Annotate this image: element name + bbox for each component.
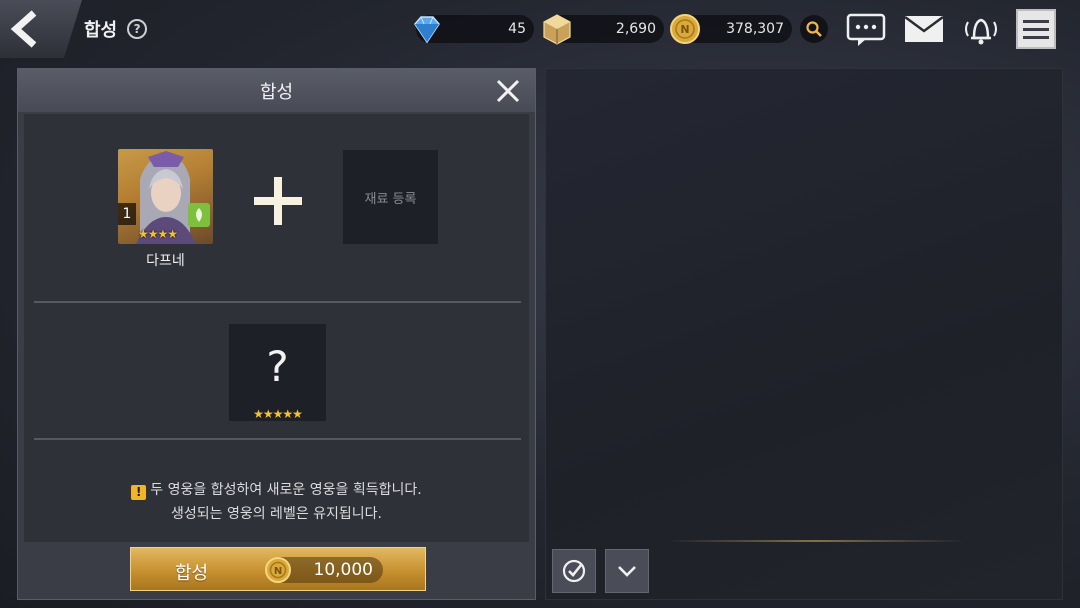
synthesize-label: 합성 — [175, 563, 209, 584]
hero-level: 1 — [118, 203, 136, 225]
sort-dropdown-button[interactable] — [605, 549, 649, 593]
info-text-1: 두 영웅을 합성하여 새로운 영웅을 획득합니다. — [150, 482, 422, 498]
svg-text:N: N — [274, 566, 282, 577]
chevron-down-icon — [618, 566, 636, 577]
notification-bell-icon[interactable] — [960, 12, 1002, 48]
title-area: 합성 ? — [84, 16, 148, 42]
hamburger-icon-line — [1023, 19, 1049, 23]
synthesis-info: ! 두 영웅을 합성하여 새로운 영웅을 획득합니다. 생성되는 영웅의 레벨은 … — [24, 478, 529, 526]
search-icon — [806, 21, 822, 37]
chat-icon[interactable] — [846, 12, 886, 48]
result-unknown: ? — [266, 342, 289, 391]
class-icon — [188, 203, 210, 227]
synthesis-cost: 10,000 — [313, 560, 373, 580]
back-arrow-icon — [10, 10, 37, 48]
decorative-glow — [666, 540, 966, 542]
gold-coin-icon: N — [265, 557, 291, 583]
plus-icon — [254, 177, 302, 225]
top-bar: 합성 ? 45 2,690 N 378,307 — [0, 0, 1080, 60]
check-circle-icon — [562, 559, 586, 583]
info-line-1: ! 두 영웅을 합성하여 새로운 영웅을 획득합니다. — [24, 478, 529, 502]
hero-stars: ★★★★ — [138, 227, 178, 241]
material-count: 2,690 — [615, 21, 656, 37]
back-button[interactable] — [0, 0, 82, 58]
hamburger-icon-line — [1023, 35, 1049, 39]
divider — [34, 301, 521, 303]
diamond-counter[interactable]: 45 — [414, 15, 534, 44]
gold-count: 378,307 — [726, 21, 784, 37]
diamond-count: 45 — [508, 21, 526, 37]
search-button[interactable] — [800, 15, 828, 43]
cost-pill: N 10,000 — [265, 557, 383, 583]
result-slot: ? ★★★★★ — [229, 324, 326, 421]
material-cube-icon — [543, 14, 571, 45]
svg-text:N: N — [680, 23, 689, 36]
mail-icon[interactable] — [904, 15, 944, 43]
result-stars: ★★★★★ — [253, 407, 303, 421]
warning-icon: ! — [131, 485, 147, 500]
page-title: 합성 — [84, 20, 118, 41]
hamburger-icon-line — [1023, 27, 1049, 31]
diamond-icon — [414, 16, 440, 44]
leaf-class-icon — [196, 208, 202, 222]
close-icon[interactable] — [495, 78, 521, 104]
panel-title: 합성 — [259, 81, 294, 103]
help-icon[interactable]: ? — [127, 19, 148, 39]
panel-header: 합성 — [18, 69, 535, 112]
gold-counter[interactable]: N 378,307 — [670, 14, 792, 44]
material-counter[interactable]: 2,690 — [543, 14, 664, 45]
material-register-slot[interactable]: 재료 등록 — [343, 150, 438, 244]
panel-body: 1 ★★★★ 다프네 재료 등록 ? ★★★★★ ! 두 영웅을 합성하여 새로운… — [24, 114, 529, 542]
menu-button[interactable] — [1016, 9, 1056, 49]
divider — [34, 438, 521, 440]
synthesis-panel: 합성 1 ★★★★ 다프네 재료 등록 ? ★★★★★ ! 두 영웅을 합성하여… — [17, 68, 536, 600]
hero-list-panel — [545, 68, 1063, 600]
gold-coin-icon: N — [670, 14, 700, 44]
info-line-2: 생성되는 영웅의 레벨은 유지됩니다. — [171, 506, 382, 522]
select-all-button[interactable] — [552, 549, 596, 593]
hero-slot[interactable]: 1 ★★★★ — [118, 149, 213, 244]
synthesize-button[interactable]: 합성 N 10,000 — [130, 547, 426, 591]
hero-name: 다프네 — [146, 253, 185, 269]
